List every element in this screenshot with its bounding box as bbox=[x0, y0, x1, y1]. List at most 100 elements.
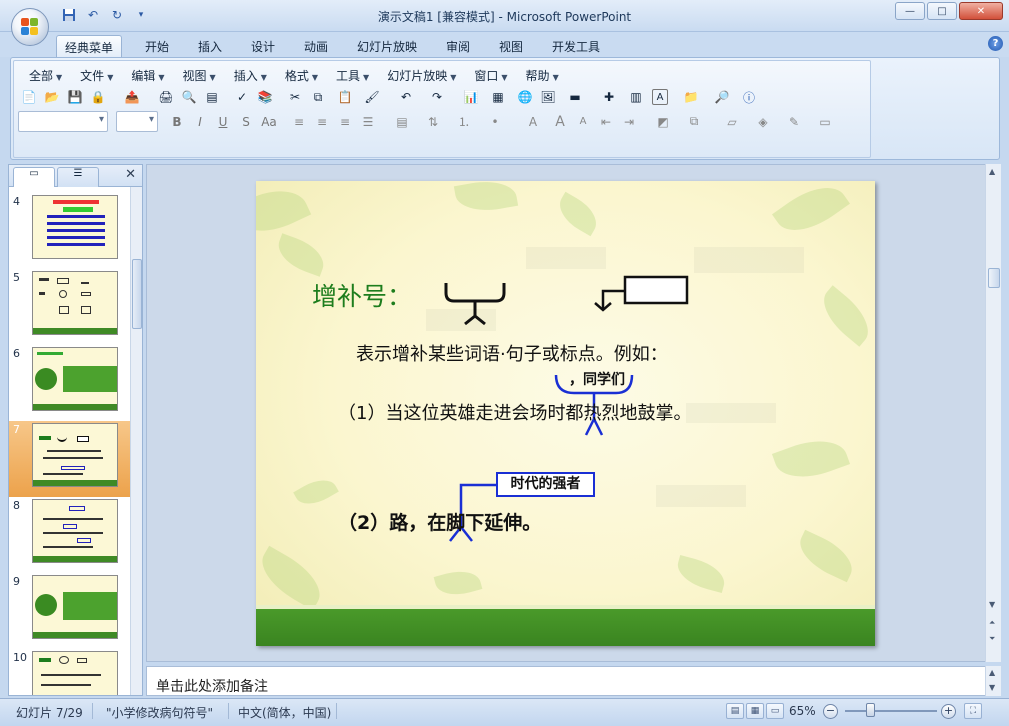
menu-format[interactable]: 格式 ▼ bbox=[276, 65, 327, 86]
fit-to-window-button[interactable]: ⛶ bbox=[964, 703, 982, 719]
tab-developer[interactable]: 开发工具 bbox=[544, 35, 608, 57]
zoom-icon[interactable]: 🔎 bbox=[707, 87, 737, 107]
tab-review[interactable]: 审阅 bbox=[438, 35, 478, 57]
folder-icon[interactable]: 📁 bbox=[676, 87, 706, 107]
scroll-down-icon[interactable]: ▼ bbox=[989, 683, 995, 692]
office-button[interactable] bbox=[11, 8, 49, 46]
slide-canvas[interactable]: 增补号： 表示增补某些词语·句子或标点。例如： ，同学们 （1）当这位英雄走进会… bbox=[256, 181, 875, 646]
font-size-combo[interactable] bbox=[116, 111, 158, 132]
chart-icon[interactable]: 📊 bbox=[460, 87, 482, 107]
tab-slideshow[interactable]: 幻灯片放映 bbox=[349, 35, 425, 57]
numbering-icon[interactable]: ⒈ bbox=[449, 112, 479, 132]
slide-thumbnail[interactable]: 5 bbox=[9, 269, 131, 345]
tab-view[interactable]: 视图 bbox=[491, 35, 531, 57]
notes-pane[interactable]: 单击此处添加备注 bbox=[146, 666, 986, 696]
scroll-down-icon[interactable]: ▼ bbox=[989, 600, 995, 609]
bullets-icon[interactable]: • bbox=[480, 112, 510, 132]
shrink-font-button[interactable]: A bbox=[572, 112, 594, 132]
cut-icon[interactable]: ✂ bbox=[284, 87, 306, 107]
shadow-icon[interactable]: ▭ bbox=[810, 112, 840, 132]
copy-icon[interactable]: ⧉ bbox=[307, 87, 329, 107]
save-icon[interactable]: 💾 bbox=[64, 87, 86, 107]
open-folder-icon[interactable]: 📂 bbox=[41, 87, 63, 107]
tab-animation[interactable]: 动画 bbox=[296, 35, 336, 57]
new-slide-icon[interactable]: ✚ bbox=[598, 87, 620, 107]
color-grayscale-icon[interactable]: ▬ bbox=[560, 87, 590, 107]
example1-inserted-text[interactable]: ，同学们 bbox=[569, 369, 625, 389]
slide-thumbnail[interactable]: 6 bbox=[9, 345, 131, 421]
notes-scrollbar[interactable]: ▲ ▼ bbox=[985, 666, 1001, 696]
close-button[interactable]: ✕ bbox=[959, 2, 1003, 20]
slide-thumbnail[interactable]: 9 bbox=[9, 573, 131, 649]
normal-view-button[interactable]: ▤ bbox=[726, 703, 744, 719]
picture-icon[interactable]: 🖼 bbox=[537, 87, 559, 107]
slide-thumbnail[interactable]: 8 bbox=[9, 497, 131, 573]
minimize-button[interactable]: — bbox=[895, 2, 925, 20]
next-slide-icon[interactable]: ⏷ bbox=[989, 634, 995, 644]
slide-vertical-scrollbar[interactable]: ▲ ▼ ⏶ ⏷ bbox=[985, 164, 1001, 662]
slide-thumbnail[interactable]: 4 bbox=[9, 193, 131, 269]
undo-icon[interactable]: ↶ bbox=[391, 87, 421, 107]
bold-button[interactable]: B bbox=[166, 112, 188, 132]
redo-icon[interactable]: ↷ bbox=[422, 87, 452, 107]
send-icon[interactable]: 📤 bbox=[117, 87, 147, 107]
menu-all[interactable]: 全部 ▼ bbox=[20, 65, 71, 86]
theme-name[interactable]: "小学修改病句符号" bbox=[106, 704, 213, 721]
clipart-icon[interactable]: 🌐 bbox=[514, 87, 536, 107]
strikethrough-button[interactable]: S bbox=[235, 112, 257, 132]
quick-styles-icon[interactable]: ▱ bbox=[717, 112, 747, 132]
tab-home[interactable]: 开始 bbox=[137, 35, 177, 57]
menu-file[interactable]: 文件 ▼ bbox=[71, 65, 122, 86]
table-icon[interactable]: ▦ bbox=[483, 87, 513, 107]
slide-sorter-view-button[interactable]: ▦ bbox=[746, 703, 764, 719]
example2-inserted-box[interactable]: 时代的强者 bbox=[496, 472, 595, 497]
underline-button[interactable]: U bbox=[212, 112, 234, 132]
slide-thumbnail-selected[interactable]: 7 bbox=[9, 421, 131, 497]
slides-panel-scrollbar[interactable] bbox=[130, 187, 142, 695]
menu-window[interactable]: 窗口 ▼ bbox=[465, 65, 516, 86]
format-painter-icon[interactable]: 🖌 bbox=[361, 87, 383, 107]
slide-definition-text[interactable]: 表示增补某些词语·句子或标点。例如： bbox=[356, 340, 668, 366]
tab-classic-menu[interactable]: 经典菜单 bbox=[56, 35, 123, 57]
maximize-button[interactable]: □ bbox=[927, 2, 957, 20]
tab-insert[interactable]: 插入 bbox=[190, 35, 230, 57]
scroll-up-icon[interactable]: ▲ bbox=[989, 167, 995, 176]
previous-slide-icon[interactable]: ⏶ bbox=[989, 618, 995, 628]
example2-sentence[interactable]: （2）路，在脚下延伸。 bbox=[338, 508, 541, 535]
zoom-in-button[interactable]: + bbox=[941, 704, 956, 719]
columns-icon[interactable]: ▤ bbox=[387, 112, 417, 132]
decrease-indent-icon[interactable]: ⇤ bbox=[595, 112, 617, 132]
menu-slideshow[interactable]: 幻灯片放映 ▼ bbox=[378, 65, 465, 86]
change-case-button[interactable]: Aa bbox=[258, 112, 280, 132]
slide-design-icon[interactable]: ▥ bbox=[621, 87, 651, 107]
zoom-level[interactable]: 65% bbox=[789, 704, 816, 718]
shapes-icon[interactable]: ◩ bbox=[648, 112, 678, 132]
align-left-icon[interactable]: ≡ bbox=[288, 112, 310, 132]
slideshow-view-button[interactable]: ▭ bbox=[766, 703, 784, 719]
language-indicator[interactable]: 中文(简体，中国) bbox=[238, 704, 331, 721]
scroll-up-icon[interactable]: ▲ bbox=[989, 668, 995, 677]
italic-button[interactable]: I bbox=[189, 112, 211, 132]
scrollbar-thumb[interactable] bbox=[132, 259, 142, 329]
print-icon[interactable]: 🖨 bbox=[155, 87, 177, 107]
zoom-slider-thumb[interactable] bbox=[866, 703, 875, 717]
fill-color-icon[interactable]: ◈ bbox=[748, 112, 778, 132]
spelling-icon[interactable]: ✓ bbox=[231, 87, 253, 107]
menu-help[interactable]: 帮助 ▼ bbox=[517, 65, 568, 86]
layout-icon[interactable]: ▤ bbox=[201, 87, 223, 107]
align-center-icon[interactable]: ≡ bbox=[311, 112, 333, 132]
menu-edit[interactable]: 编辑 ▼ bbox=[122, 65, 173, 86]
arrange-icon[interactable]: ⧉ bbox=[679, 112, 709, 132]
slide-thumbnail[interactable]: 10 bbox=[9, 649, 131, 695]
text-direction-icon[interactable]: ⇅ bbox=[418, 112, 448, 132]
menu-tools[interactable]: 工具 ▼ bbox=[327, 65, 378, 86]
grow-font-button[interactable]: A bbox=[549, 112, 571, 132]
menu-view[interactable]: 视图 ▼ bbox=[174, 65, 225, 86]
example1-sentence[interactable]: （1）当这位英雄走进会场时都热烈地鼓掌。 bbox=[338, 399, 691, 425]
help-icon[interactable]: ? bbox=[988, 36, 1003, 51]
zoom-slider[interactable] bbox=[845, 710, 937, 712]
font-color-button[interactable]: A bbox=[518, 112, 548, 132]
align-right-icon[interactable]: ≡ bbox=[334, 112, 356, 132]
paste-icon[interactable]: 📋 bbox=[330, 87, 360, 107]
justify-icon[interactable]: ☰ bbox=[357, 112, 379, 132]
